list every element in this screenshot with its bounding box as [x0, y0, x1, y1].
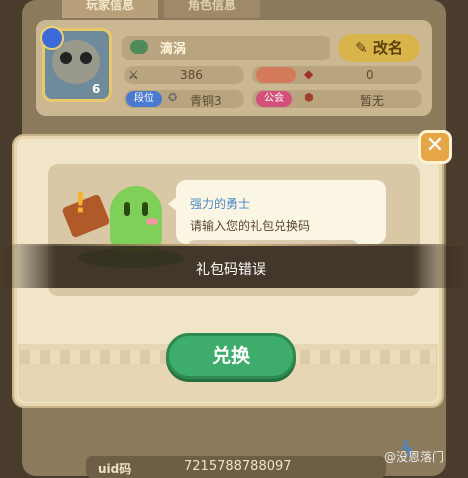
stat-label: 公会: [256, 91, 292, 107]
avatar-badge-icon: [40, 26, 64, 50]
medal-icon: ✪: [168, 91, 178, 104]
stat-label: [256, 67, 296, 83]
redeem-label: 兑换: [211, 345, 250, 367]
tab-label: 玩家信息: [85, 0, 134, 12]
watermark-text: @没恩落门: [384, 450, 445, 464]
redeem-button[interactable]: 兑换: [166, 333, 296, 379]
player-name: 滴涡: [160, 42, 187, 57]
uid-label: uid码: [98, 462, 132, 476]
guild-icon: ⬢: [304, 91, 314, 104]
close-button[interactable]: ✕: [418, 130, 452, 164]
stat-value: 386: [180, 68, 203, 82]
stat-value: 0: [366, 68, 374, 82]
tab-player-info[interactable]: 玩家信息: [62, 0, 158, 18]
rename-label: 改名: [372, 39, 403, 57]
avatar-eye: [60, 52, 72, 64]
slime-cheek: [146, 218, 158, 225]
stat-value: 青铜3: [190, 94, 222, 108]
swords-icon: ⚔: [128, 68, 139, 82]
stat-label: 段位: [126, 91, 162, 107]
close-icon: ✕: [425, 133, 445, 158]
exclamation-icon: !: [74, 186, 87, 219]
speaker-name: 强力的勇士: [190, 197, 251, 211]
name-box: [122, 36, 330, 60]
rank-icon: ◆: [304, 67, 314, 81]
tab-label: 角色信息: [187, 0, 236, 12]
uid-value: 7215788788097: [184, 459, 292, 474]
level-badge: 6: [92, 82, 101, 96]
slime-eye: [124, 202, 130, 216]
speech-bubble: [176, 180, 386, 244]
tab-role-info[interactable]: 角色信息: [164, 0, 260, 18]
prompt-text: 请输入您的礼包兑换码: [190, 219, 311, 233]
rename-button[interactable]: ✎ 改名: [338, 34, 420, 62]
error-toast-text: 礼包码错误: [196, 262, 266, 278]
avatar-eye: [80, 52, 92, 64]
toast-glow: [0, 244, 468, 246]
leaf-icon: [130, 40, 148, 54]
slime-eye: [142, 202, 148, 216]
stat-value: 暂无: [360, 94, 385, 108]
